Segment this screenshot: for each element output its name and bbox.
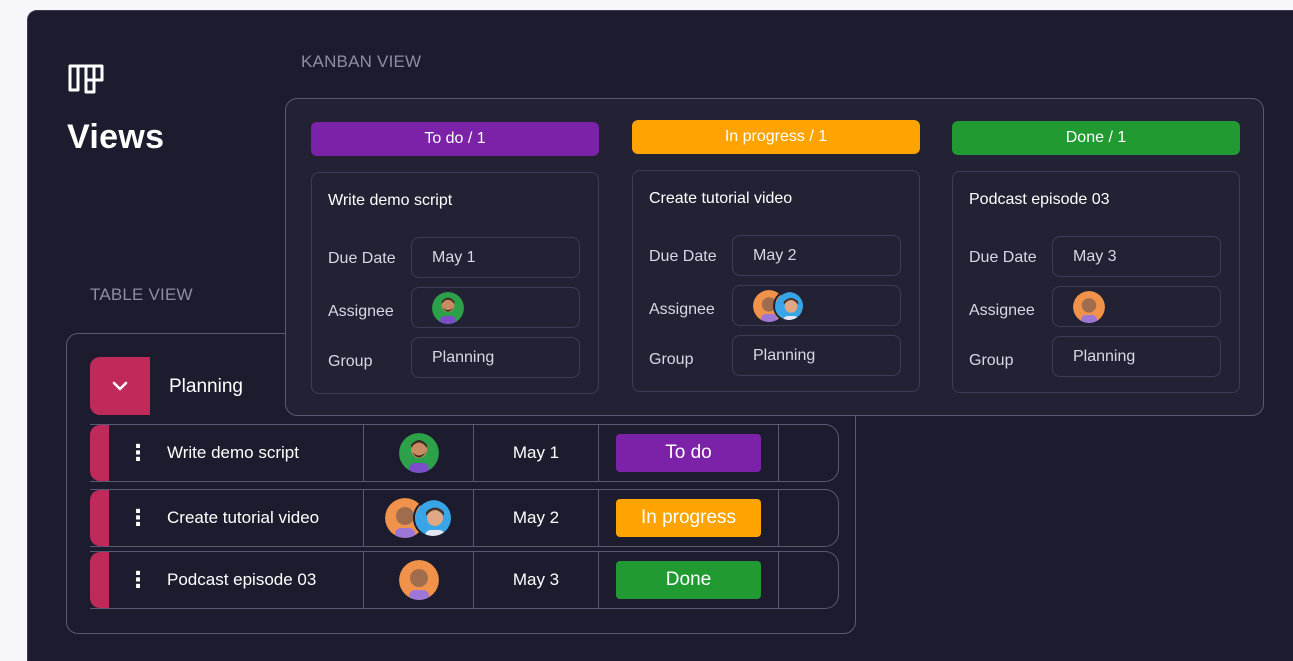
group-field[interactable]: Planning	[411, 337, 580, 378]
table-row[interactable]: ⋮ Podcast episode 03 May 3 Done	[90, 551, 839, 609]
assignee-cell[interactable]	[364, 490, 474, 546]
table-row[interactable]: ⋮ Write demo script May 1 To do	[90, 424, 839, 482]
group-label: Group	[969, 352, 1014, 369]
task-name-cell[interactable]: ⋮ Write demo script	[109, 425, 364, 481]
group-field[interactable]: Planning	[732, 335, 901, 376]
avatar	[398, 433, 439, 473]
avatar-stack	[384, 498, 453, 538]
assignee-cell[interactable]	[364, 552, 474, 608]
group-color-bar	[90, 425, 109, 481]
due-date-field[interactable]: May 3	[1052, 236, 1221, 277]
group-toggle-button[interactable]	[90, 357, 150, 415]
group-color-bar	[90, 490, 109, 546]
vertical-dots-icon[interactable]: ⋮	[109, 442, 167, 464]
empty-cell[interactable]	[779, 490, 838, 546]
avatar-bald-man-icon	[1073, 290, 1105, 323]
avatar	[432, 291, 464, 324]
kanban-card[interactable]: Create tutorial video Due Date May 2 Ass…	[632, 170, 920, 392]
kanban-column-todo: To do / 1 Write demo script Due Date May…	[311, 122, 599, 394]
due-date-label: Due Date	[649, 248, 717, 265]
assignee-label: Assignee	[328, 303, 394, 320]
avatar-woman-icon	[775, 291, 803, 320]
table-row[interactable]: ⋮ Create tutorial video May 2 In progres…	[90, 489, 839, 547]
card-title: Write demo script	[328, 192, 453, 209]
table-view-label: TABLE VIEW	[90, 285, 193, 304]
due-date-cell[interactable]: May 2	[474, 490, 599, 546]
assignee-label: Assignee	[969, 302, 1035, 319]
avatar-stack	[753, 289, 805, 322]
avatar-bald-man-icon	[398, 560, 439, 600]
group-field[interactable]: Planning	[1052, 336, 1221, 377]
task-name: Podcast episode 03	[167, 570, 317, 589]
task-name-cell[interactable]: ⋮ Create tutorial video	[109, 490, 364, 546]
avatar	[1073, 290, 1105, 323]
vertical-dots-icon[interactable]: ⋮	[109, 507, 167, 529]
assignee-field[interactable]	[1052, 286, 1221, 327]
empty-cell[interactable]	[779, 425, 838, 481]
group-title: Planning	[169, 376, 243, 397]
task-name-cell[interactable]: ⋮ Podcast episode 03	[109, 552, 364, 608]
due-date-cell[interactable]: May 1	[474, 425, 599, 481]
column-header[interactable]: Done / 1	[952, 121, 1240, 155]
status-badge-in-progress[interactable]: In progress	[616, 499, 761, 537]
due-date-label: Due Date	[328, 250, 396, 267]
group-label: Group	[649, 351, 694, 368]
group-color-bar	[90, 552, 109, 608]
assignee-label: Assignee	[649, 301, 715, 318]
status-cell[interactable]: To do	[599, 425, 779, 481]
due-date-cell[interactable]: May 3	[474, 552, 599, 608]
avatar-bearded-man-icon	[432, 291, 464, 324]
card-title: Create tutorial video	[649, 190, 793, 207]
board-logo-icon	[68, 64, 104, 94]
status-cell[interactable]: In progress	[599, 490, 779, 546]
column-header[interactable]: To do / 1	[311, 122, 599, 156]
status-cell[interactable]: Done	[599, 552, 779, 608]
kanban-column-in-progress: In progress / 1 Create tutorial video Du…	[632, 120, 920, 392]
kanban-view: To do / 1 Write demo script Due Date May…	[285, 98, 1264, 416]
assignee-field[interactable]	[732, 285, 901, 326]
assignee-cell[interactable]	[364, 425, 474, 481]
chevron-down-icon	[112, 381, 128, 391]
avatar	[412, 498, 453, 538]
kanban-column-done: Done / 1 Podcast episode 03 Due Date May…	[952, 121, 1240, 393]
kanban-card[interactable]: Write demo script Due Date May 1 Assigne…	[311, 172, 599, 394]
kanban-card[interactable]: Podcast episode 03 Due Date May 3 Assign…	[952, 171, 1240, 393]
page-title: Views	[67, 118, 165, 156]
task-name: Write demo script	[167, 443, 299, 462]
column-header[interactable]: In progress / 1	[632, 120, 920, 154]
avatar	[773, 289, 805, 322]
task-name: Create tutorial video	[167, 508, 320, 527]
kanban-view-label: KANBAN VIEW	[301, 52, 422, 71]
due-date-field[interactable]: May 2	[732, 235, 901, 276]
due-date-label: Due Date	[969, 249, 1037, 266]
card-title: Podcast episode 03	[969, 191, 1110, 208]
avatar-bearded-man-icon	[398, 433, 439, 473]
due-date-field[interactable]: May 1	[411, 237, 580, 278]
status-badge-done[interactable]: Done	[616, 561, 761, 599]
assignee-field[interactable]	[411, 287, 580, 328]
group-label: Group	[328, 353, 373, 370]
empty-cell[interactable]	[779, 552, 838, 608]
avatar-woman-icon	[414, 500, 451, 536]
vertical-dots-icon[interactable]: ⋮	[109, 569, 167, 591]
avatar	[398, 560, 439, 600]
status-badge-todo[interactable]: To do	[616, 434, 761, 472]
